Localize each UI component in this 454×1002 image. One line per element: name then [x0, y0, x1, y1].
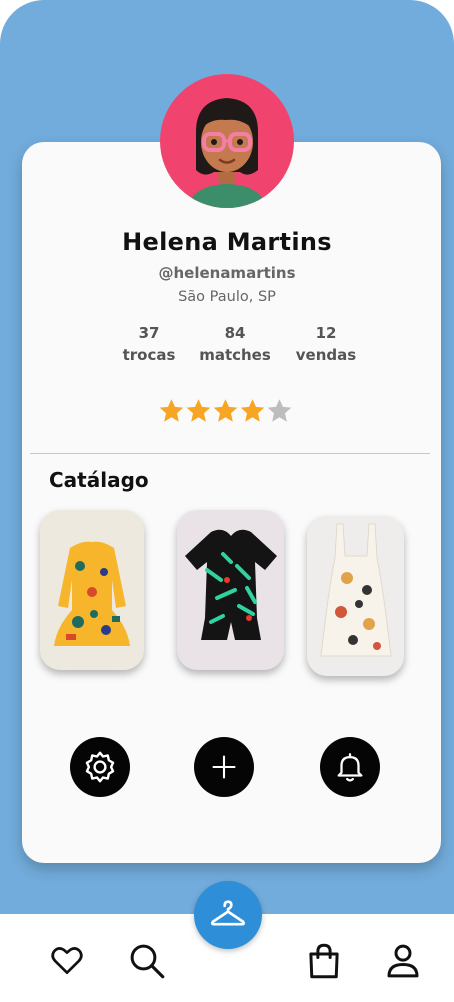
black-romper-image [185, 529, 277, 640]
plus-icon [212, 755, 236, 779]
stat-matches: 84 matches [190, 322, 280, 366]
catalog-title: Catálago [49, 468, 149, 492]
shopping-bag-icon[interactable] [303, 940, 345, 982]
rating-stars [158, 396, 293, 428]
divider [30, 453, 430, 454]
stat-vendas: 12 vendas [288, 322, 364, 366]
catalog-item-printed-overall[interactable] [307, 516, 404, 676]
stat-trocas: 37 trocas [116, 322, 182, 366]
yellow-dress-image [54, 541, 130, 646]
avatar-illustration [189, 98, 265, 208]
catalog-item-yellow-dress[interactable] [40, 510, 144, 670]
settings-button[interactable] [70, 737, 130, 797]
stat-value: 84 [224, 324, 246, 342]
catalog-item-black-romper[interactable] [177, 510, 284, 670]
profile-location: São Paulo, SP [178, 289, 276, 305]
profile-name: Helena Martins [122, 228, 332, 256]
notifications-button[interactable] [320, 737, 380, 797]
stat-label: matches [199, 346, 271, 364]
star-filled-icon [240, 399, 265, 422]
star-filled-icon [186, 399, 211, 422]
avatar[interactable] [160, 74, 294, 208]
bell-icon [337, 753, 363, 782]
heart-icon[interactable] [48, 941, 86, 979]
search-icon[interactable] [126, 940, 168, 982]
stat-value: 37 [138, 324, 160, 342]
stat-label: vendas [295, 346, 357, 364]
gear-icon [85, 751, 115, 783]
star-filled-icon [213, 399, 238, 422]
printed-overall-image [320, 523, 392, 657]
stat-label: trocas [122, 346, 176, 364]
closet-button[interactable] [194, 881, 262, 949]
star-empty-icon [267, 399, 292, 422]
star-filled-icon [159, 399, 184, 422]
profile-handle: @helenamartins [158, 264, 296, 282]
user-icon[interactable] [382, 940, 424, 982]
hanger-icon [211, 900, 245, 926]
stat-value: 12 [315, 324, 337, 342]
add-item-button[interactable] [194, 737, 254, 797]
